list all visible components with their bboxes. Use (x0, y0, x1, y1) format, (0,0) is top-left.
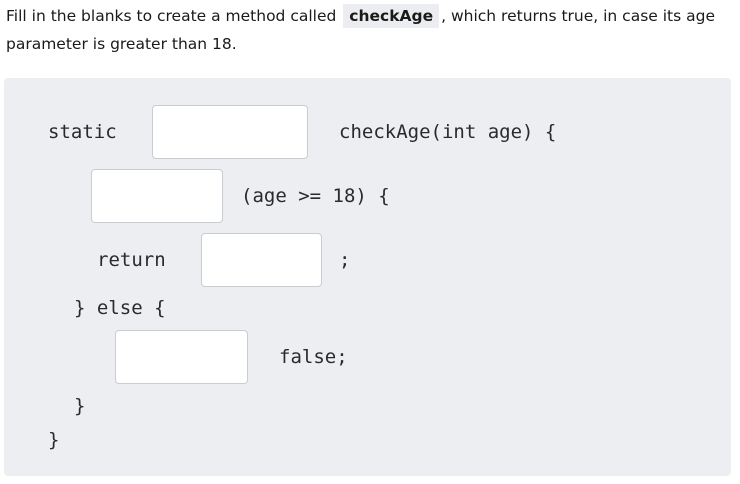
static-keyword: static (48, 121, 117, 143)
return-semicolon: ; (339, 249, 351, 271)
return-type-blank[interactable] (152, 105, 308, 159)
return-keyword-blank[interactable] (115, 330, 248, 384)
if-condition: (age >= 18) { (241, 185, 390, 207)
code-panel: static checkAge(int age) { (age >= 18) {… (4, 78, 731, 476)
method-signature: checkAge(int age) { (339, 121, 557, 143)
return-value-blank[interactable] (201, 233, 322, 287)
question-prefix: Fill in the blanks to create a method ca… (6, 7, 337, 25)
return-keyword: return (97, 249, 166, 271)
question-text: Fill in the blanks to create a method ca… (6, 2, 736, 58)
else-clause: } else { (74, 297, 166, 319)
method-close-brace: } (48, 429, 60, 451)
method-name-chip: checkAge (343, 4, 440, 28)
if-keyword-blank[interactable] (91, 169, 223, 223)
if-else-close-brace: } (74, 395, 86, 417)
false-literal: false; (279, 346, 348, 368)
